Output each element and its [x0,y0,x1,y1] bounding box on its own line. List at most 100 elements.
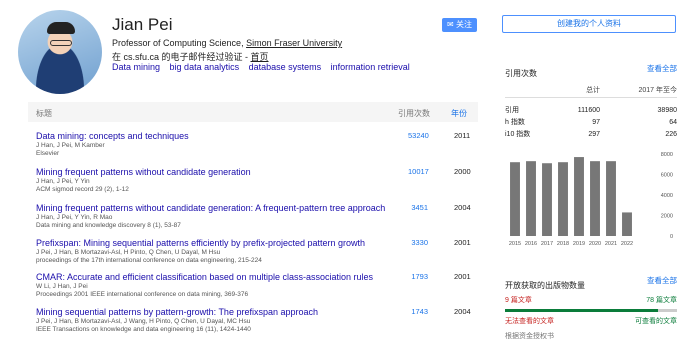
chart-bar[interactable] [510,162,520,236]
article-venue: Elsevier [36,150,60,157]
article-authors: W Li, J Han, J Pei [36,283,88,290]
article-table-header: 标题 引用次数 年份 [28,102,478,122]
x-tick-label: 2020 [589,241,601,247]
article-cited[interactable]: 1743 [408,307,428,316]
x-tick-label: 2015 [509,241,521,247]
article-cited[interactable]: 10017 [408,167,429,176]
col-year-header[interactable]: 年份 [451,108,467,119]
tag-link[interactable]: information retrieval [331,62,410,72]
col-cited-header[interactable]: 引用次数 [398,108,430,119]
article-year: 2004 [454,307,471,316]
y-tick-label: 4000 [661,193,673,199]
tag-link[interactable]: Data mining [112,62,160,72]
x-tick-label: 2018 [557,241,569,247]
article-venue: proceedings of the 17th international co… [36,257,262,264]
available-fill [505,309,659,312]
article-venue: Data mining and knowledge discovery 8 (1… [36,222,181,229]
y-tick-label: 6000 [661,173,673,179]
chart-bar[interactable] [574,157,584,236]
create-profile-button[interactable]: 创建我的个人资料 [502,15,676,33]
article-venue: ACM sigmod record 29 (2), 1-12 [36,186,129,193]
article-authors: J Han, J Pei, M Kamber [36,142,105,149]
article-cited[interactable]: 3451 [408,203,428,212]
stat-label: h 指数 [505,119,525,126]
article-year: 2001 [454,238,471,247]
citations-title: 引用次数 [505,69,537,78]
article-authors: J Han, J Pei, Y Yin [36,178,90,185]
stat-label: i10 指数 [505,131,531,138]
chart-bar[interactable] [622,212,632,236]
article-title[interactable]: Mining frequent patterns without candida… [36,167,376,178]
chart-bar[interactable] [526,161,536,236]
profile-name: Jian Pei [112,15,173,34]
citations-view-all-link[interactable]: 查看全部 [647,63,677,74]
tag-link[interactable]: database systems [249,62,322,72]
unavailable-label: 无法查看的文章 [505,318,554,325]
citations-bar-chart: 2015 2016 2017 2018 2019 2020 2021 2022 8000 6000… [509,152,673,247]
homepage-link[interactable]: 首页 [251,52,269,62]
follow-icon: ✉ [447,20,454,29]
follow-button[interactable]: ✉ 关注 [442,18,477,32]
affiliation-prefix: Professor of Computing Science, [112,38,247,48]
article-row: Mining frequent patterns without candida… [36,167,476,194]
profile-affiliation: Professor of Computing Science, Simon Fr… [112,38,342,48]
follow-label: 关注 [455,20,472,29]
y-tick-label: 8000 [661,152,673,158]
interest-tags: Data mining big data analytics database … [112,62,417,72]
article-venue: Proceedings 2001 IEEE international conf… [36,291,249,298]
citation-stats-table: 总计 2017 年至今 引用 111600 38980 h 指数 97 64 i10 指数… [505,82,677,140]
stat-since: 226 [665,130,677,138]
open-access-labels: 无法查看的文章 可查看的文章 [505,316,677,326]
col-title-header[interactable]: 标题 [36,108,52,119]
stat-since: 38980 [657,106,677,114]
y-tick-label: 0 [670,234,673,240]
tag-link[interactable]: big data analytics [170,62,240,72]
open-access-view-all-link[interactable]: 查看全部 [647,275,677,286]
stat-all: 297 [588,130,601,138]
profile-photo [18,10,102,94]
available-count: 78 篇文章 [646,297,677,304]
article-title[interactable]: Prefixspan: Mining sequential patterns e… [36,238,396,249]
stat-all: 97 [592,118,601,126]
stat-since: 64 [669,118,677,126]
article-authors: J Pei, J Han, B Mortazavi-Asl, J Wang, H… [36,318,251,325]
x-tick-label: 2017 [541,241,553,247]
open-access-counts: 9 篇文章 78 篇文章 [505,295,677,305]
col-since: 2017 年至今 [638,87,677,94]
x-tick-label: 2016 [525,241,537,247]
article-row: Prefixspan: Mining sequential patterns e… [36,238,476,265]
y-tick-label: 2000 [661,214,673,220]
article-authors: J Han, J Pei, Y Yin, R Mao [36,214,113,221]
chart-bar[interactable] [606,161,616,236]
stat-all: 111600 [577,106,601,114]
x-tick-label: 2021 [605,241,617,247]
article-title[interactable]: CMAR: Accurate and efficient classificat… [36,272,396,283]
chart-bar[interactable] [590,161,600,236]
article-year: 2000 [454,167,471,176]
article-cited[interactable]: 3330 [408,238,428,247]
available-label: 可查看的文章 [635,318,677,325]
chart-bar[interactable] [542,163,552,236]
article-year: 2001 [454,272,471,281]
article-year: 2011 [454,131,471,140]
article-row: CMAR: Accurate and efficient classificat… [36,272,476,299]
col-all: 总计 [586,87,601,94]
article-row: Data mining: concepts and techniques J H… [36,131,476,158]
article-cited[interactable]: 1793 [408,272,428,281]
open-access-header: 开放获取的出版物数量 查看全部 [505,275,677,293]
article-title[interactable]: Mining sequential patterns by pattern-gr… [36,307,396,318]
article-authors: J Pei, J Han, B Mortazavi-Asl, H Pinto, … [36,249,221,256]
article-title[interactable]: Mining frequent patterns without candida… [36,203,396,214]
article-title[interactable]: Data mining: concepts and techniques [36,131,376,142]
article-year: 2004 [454,203,471,212]
article-row: Mining frequent patterns without candida… [36,203,476,230]
chart-bar[interactable] [558,162,568,236]
article-cited[interactable]: 53240 [408,131,429,140]
open-access-bar [505,309,677,312]
citations-header: 引用次数 查看全部 [505,63,677,81]
open-access-title: 开放获取的出版物数量 [505,281,585,290]
article-row: Mining sequential patterns by pattern-gr… [36,307,476,334]
mandate-note: 根据资金授权书 [505,333,554,340]
affiliation-link[interactable]: Simon Fraser University [246,38,342,48]
x-tick-label: 2019 [573,241,585,247]
